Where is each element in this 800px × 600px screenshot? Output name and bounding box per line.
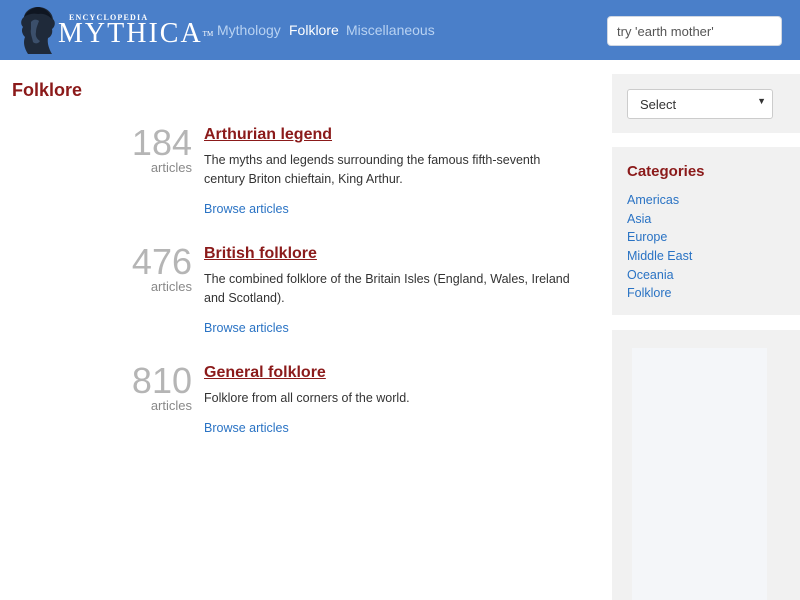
ad-placeholder bbox=[632, 348, 767, 600]
category-select[interactable]: Select ▼ bbox=[627, 89, 773, 119]
browse-articles-link[interactable]: Browse articles bbox=[204, 421, 289, 435]
logo-trademark: TM bbox=[202, 30, 214, 38]
browse-articles-link[interactable]: Browse articles bbox=[204, 202, 289, 216]
nav-item-miscellaneous[interactable]: Miscellaneous bbox=[346, 22, 435, 38]
entry-description: Folklore from all corners of the world. bbox=[204, 391, 410, 405]
category-link-middle-east[interactable]: Middle East bbox=[627, 249, 692, 263]
sidebar-select-box: Select ▼ bbox=[612, 74, 800, 133]
page-title: Folklore bbox=[12, 80, 83, 100]
entry-description: The myths and legends surrounding the fa… bbox=[204, 153, 541, 186]
logo-wordmark: MYTHICATM bbox=[58, 19, 213, 49]
entry-title-link[interactable]: British folklore bbox=[204, 245, 317, 263]
sidebar-ad-box bbox=[612, 330, 800, 600]
category-link-folklore[interactable]: Folklore bbox=[627, 286, 671, 300]
article-count: 476 bbox=[131, 241, 192, 282]
category-link-americas[interactable]: Americas bbox=[627, 193, 679, 207]
category-link-europe[interactable]: Europe bbox=[627, 230, 667, 244]
profile-head-icon bbox=[21, 7, 55, 54]
entry-title-link[interactable]: General folklore bbox=[204, 364, 326, 382]
nav-item-mythology[interactable]: Mythology bbox=[217, 22, 281, 38]
article-count: 810 bbox=[131, 360, 192, 401]
category-link-asia[interactable]: Asia bbox=[627, 212, 651, 226]
dropdown-arrow-icon: ▼ bbox=[757, 96, 766, 106]
top-navbar: ENCYCLOPEDIA MYTHICATM Mythology Folklor… bbox=[0, 0, 800, 60]
entry-description: The combined folklore of the Britain Isl… bbox=[204, 272, 570, 305]
select-value: Select bbox=[640, 97, 677, 112]
article-count-label: articles bbox=[150, 160, 192, 175]
site-logo[interactable]: ENCYCLOPEDIA MYTHICATM bbox=[14, 4, 213, 56]
article-count: 184 bbox=[131, 122, 192, 163]
search-input[interactable] bbox=[607, 16, 782, 46]
entry-title-link[interactable]: Arthurian legend bbox=[204, 126, 332, 144]
categories-list: Americas Asia Europe Middle East Oceania… bbox=[627, 191, 692, 303]
nav-item-folklore[interactable]: Folklore bbox=[289, 22, 339, 38]
browse-articles-link[interactable]: Browse articles bbox=[204, 321, 289, 335]
categories-title: Categories bbox=[627, 163, 705, 180]
sidebar-categories-box: Categories Americas Asia Europe Middle E… bbox=[612, 147, 800, 315]
article-count-label: articles bbox=[150, 398, 192, 413]
article-count-label: articles bbox=[150, 279, 192, 294]
logo-wordmark-text: MYTHICA bbox=[58, 18, 203, 49]
category-link-oceania[interactable]: Oceania bbox=[627, 268, 674, 282]
